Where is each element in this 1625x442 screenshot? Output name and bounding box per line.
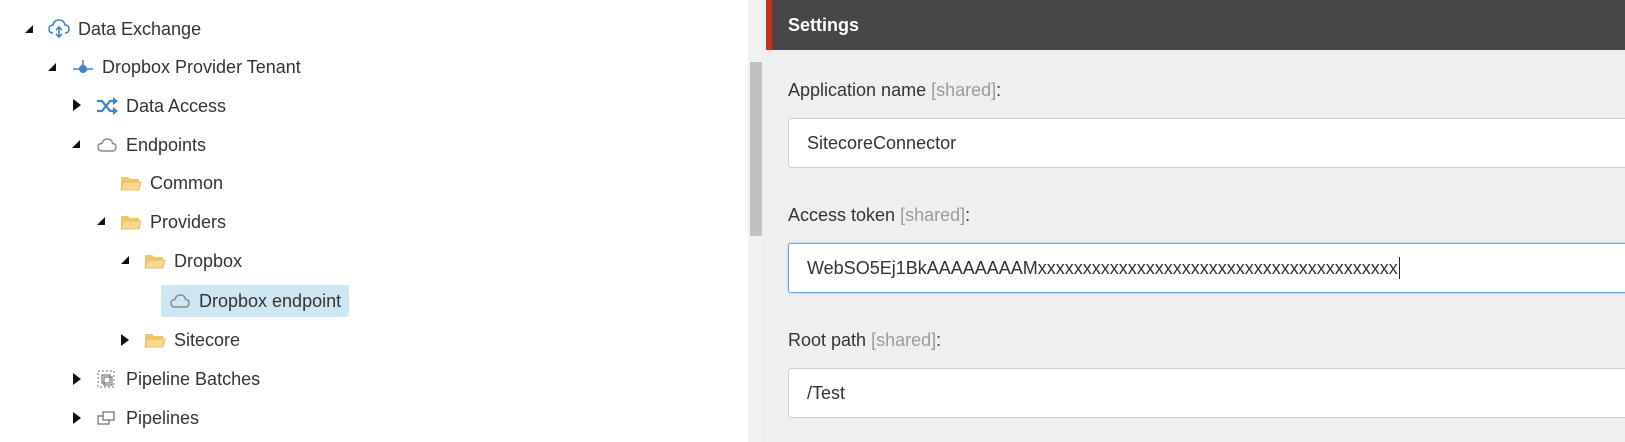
- tree-scrollbar-thumb[interactable]: [750, 62, 762, 236]
- expand-toggle-pipeline-batches[interactable]: [69, 371, 85, 387]
- text-caret: [1398, 257, 1400, 279]
- tree-item-label: Endpoints: [126, 134, 207, 155]
- pipeline-batches-icon: [96, 368, 118, 390]
- tree-item-label: Dropbox Provider Tenant: [102, 56, 301, 77]
- folder-icon: [144, 250, 166, 272]
- folder-icon: [120, 172, 142, 194]
- collapsed-triangle-icon: [73, 412, 81, 424]
- tree-item-label: Providers: [150, 211, 227, 232]
- expand-toggle-sitecore[interactable]: [117, 332, 133, 348]
- tenant-node-icon: [72, 56, 94, 78]
- data-exchange-cloud-icon: [48, 18, 70, 40]
- expand-toggle-dropbox-provider-tenant[interactable]: [44, 59, 60, 75]
- expanded-triangle-icon: [97, 217, 105, 225]
- expanded-triangle-icon: [48, 63, 56, 71]
- tree-item-pipelines[interactable]: Pipelines: [96, 403, 199, 433]
- shuffle-icon: [96, 95, 118, 117]
- tree-item-label: Common: [150, 172, 224, 193]
- settings-section-header[interactable]: Settings: [766, 0, 1625, 50]
- tree-item-endpoints[interactable]: Endpoints: [96, 130, 206, 160]
- cloud-icon: [169, 290, 191, 312]
- settings-header-title: Settings: [788, 14, 860, 35]
- tree-item-label: Pipelines: [126, 407, 200, 428]
- shared-tag: [shared]: [900, 205, 966, 225]
- tree-item-label: Pipeline Batches: [126, 368, 261, 389]
- expand-toggle-dropbox[interactable]: [117, 252, 133, 268]
- expand-toggle-data-exchange[interactable]: [21, 21, 37, 37]
- folder-icon: [144, 329, 166, 351]
- input-value: /Test: [807, 382, 846, 403]
- collapsed-triangle-icon: [73, 373, 81, 385]
- tree-item-dropbox-endpoint[interactable]: Dropbox endpoint: [161, 285, 350, 317]
- collapsed-triangle-icon: [121, 334, 129, 346]
- field-label-text: Root path: [788, 330, 867, 350]
- settings-panel: Settings Application name [shared]: Site…: [762, 0, 1625, 442]
- input-value: SitecoreConnector: [807, 132, 957, 153]
- access-token-label: Access token [shared]:: [788, 205, 970, 226]
- tree-item-pipeline-batches[interactable]: Pipeline Batches: [96, 364, 260, 394]
- shared-tag: [shared]: [931, 80, 997, 100]
- tree-item-label: Dropbox endpoint: [199, 290, 342, 311]
- pipelines-icon: [96, 407, 118, 429]
- label-suffix: :: [965, 205, 971, 225]
- field-label-text: Application name: [788, 80, 927, 100]
- label-suffix: :: [996, 80, 1002, 100]
- expand-toggle-pipelines[interactable]: [69, 410, 85, 426]
- expanded-triangle-icon: [121, 256, 129, 264]
- tree-item-data-exchange[interactable]: Data Exchange: [48, 14, 201, 44]
- shared-tag: [shared]: [871, 330, 937, 350]
- expand-toggle-data-access[interactable]: [69, 97, 85, 113]
- application-name-input[interactable]: SitecoreConnector: [788, 118, 1625, 168]
- tree-item-label: Data Exchange: [78, 18, 202, 39]
- expand-toggle-endpoints[interactable]: [68, 136, 84, 152]
- tree-item-label: Dropbox: [174, 250, 243, 271]
- collapsed-triangle-icon: [73, 99, 81, 111]
- cloud-icon: [96, 134, 118, 156]
- root-path-input[interactable]: /Test: [788, 368, 1625, 418]
- access-token-input[interactable]: WebSO5Ej1BkAAAAAAAAMxxxxxxxxxxxxxxxxxxxx…: [788, 243, 1625, 293]
- tree-item-providers[interactable]: Providers: [120, 207, 226, 237]
- content-tree: Data Exchange Dropbox Provider Tenant Da…: [0, 0, 748, 442]
- tree-item-dropbox[interactable]: Dropbox: [144, 246, 242, 276]
- folder-icon: [120, 211, 142, 233]
- input-value: WebSO5Ej1BkAAAAAAAAMxxxxxxxxxxxxxxxxxxxx…: [807, 257, 1398, 278]
- expanded-triangle-icon: [72, 140, 80, 148]
- expanded-triangle-icon: [25, 25, 33, 33]
- expand-toggle-providers[interactable]: [93, 213, 109, 229]
- tree-item-sitecore[interactable]: Sitecore: [144, 325, 240, 355]
- field-label-text: Access token: [788, 205, 896, 225]
- tree-item-label: Sitecore: [174, 329, 241, 350]
- application-name-label: Application name [shared]:: [788, 80, 1001, 101]
- label-suffix: :: [936, 330, 942, 350]
- tree-item-data-access[interactable]: Data Access: [96, 91, 226, 121]
- tree-item-label: Data Access: [126, 95, 227, 116]
- root-path-label: Root path [shared]:: [788, 330, 941, 351]
- tree-item-dropbox-provider-tenant[interactable]: Dropbox Provider Tenant: [72, 52, 301, 82]
- tree-item-common[interactable]: Common: [120, 168, 223, 198]
